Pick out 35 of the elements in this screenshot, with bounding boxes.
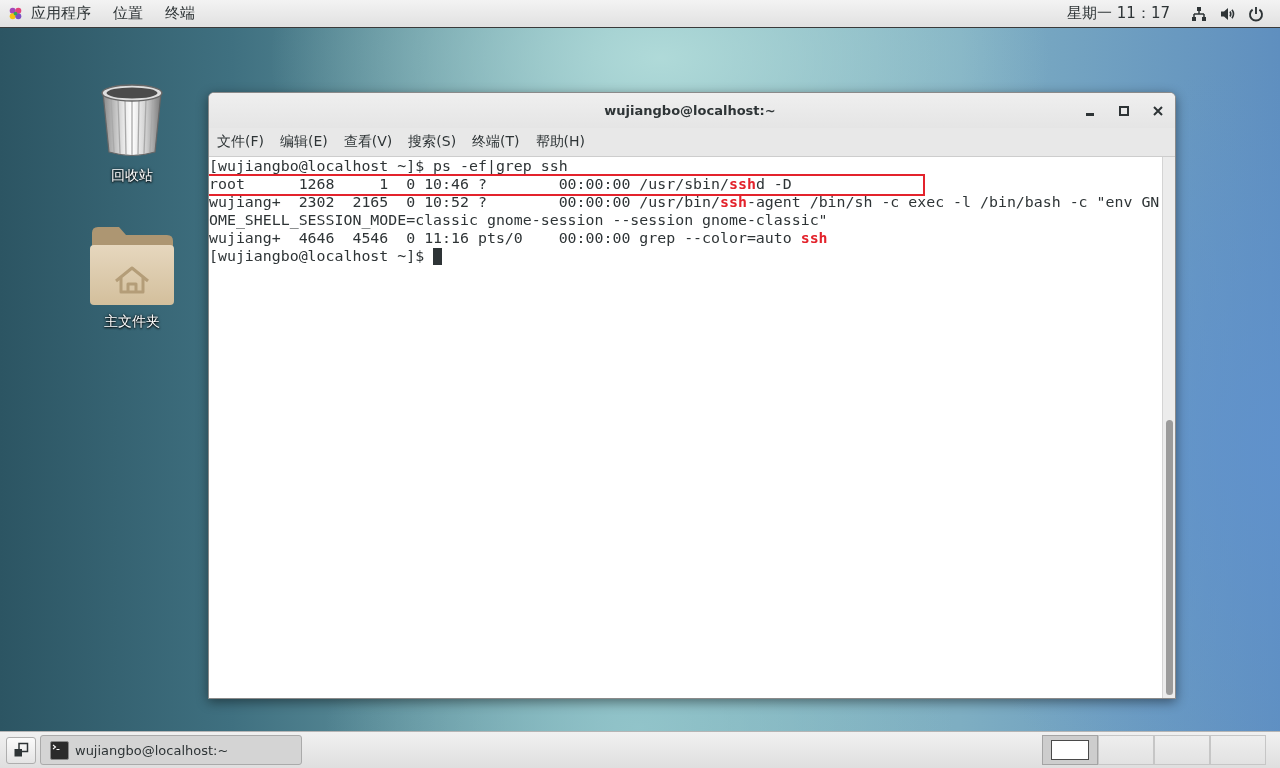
clock[interactable]: 星期一 11：17 <box>1067 4 1170 23</box>
power-icon[interactable] <box>1248 5 1264 22</box>
overlapping-squares-icon <box>13 742 29 758</box>
menu-item[interactable]: 搜索(S) <box>400 128 465 156</box>
close-icon <box>1153 105 1163 116</box>
menu-item[interactable]: 编辑(E) <box>272 128 336 156</box>
network-icon[interactable] <box>1191 5 1207 22</box>
scrollbar[interactable] <box>1162 157 1175 698</box>
trash-bin-icon[interactable] <box>99 81 165 159</box>
desktop-icon-label[interactable]: 回收站 <box>111 166 153 184</box>
minimize-icon <box>1086 112 1094 116</box>
terminal-line: OME_SHELL_SESSION_MODE=classic gnome-session --session gnome-classic" <box>209 211 828 229</box>
terminal-line: wujiang+ 4646 4546 0 11:16 pts/0 00:00:00 grep --color=auto ssh <box>209 229 828 247</box>
desktop-icon-label[interactable]: 主文件夹 <box>104 312 160 330</box>
task-button[interactable]: wujiangbo@localhost:~ <box>40 735 302 765</box>
window-title: wujiangbo@localhost:~ <box>604 103 776 118</box>
terminal-line: [wujiangbo@localhost ~]$ <box>209 247 426 265</box>
terminal-line: [wujiangbo@localhost ~]$ ps -ef|grep ssh <box>209 157 568 175</box>
menu-item[interactable]: 终端(T) <box>464 128 528 156</box>
volume-icon[interactable] <box>1220 5 1236 22</box>
workspace-button[interactable] <box>1042 735 1098 765</box>
home-folder-icon[interactable] <box>89 225 175 307</box>
top-menu[interactable]: 应用程序 <box>20 0 102 27</box>
top-menu[interactable]: 位置 <box>102 0 154 27</box>
menu-item[interactable]: 文件(F) <box>209 128 272 156</box>
terminal-line: wujiang+ 2302 2165 0 10:52 ? 00:00:00 /usr/bin/ssh-agent /bin/sh -c exec -l /bin/bash -c "env GN <box>209 193 1160 211</box>
apps-logo-icon[interactable] <box>8 6 23 21</box>
terminal-icon <box>50 740 69 760</box>
scrollbar-thumb[interactable] <box>1165 420 1173 695</box>
terminal-line: root 1268 1 0 10:46 ? 00:00:00 /usr/sbin/sshd -D <box>209 175 792 193</box>
menu-item[interactable]: 查看(V) <box>335 128 401 156</box>
maximize-icon <box>1119 105 1129 116</box>
show-desktop-button[interactable] <box>6 736 36 764</box>
menu-item[interactable]: 帮助(H) <box>527 128 594 156</box>
top-menu[interactable]: 终端 <box>154 0 206 27</box>
